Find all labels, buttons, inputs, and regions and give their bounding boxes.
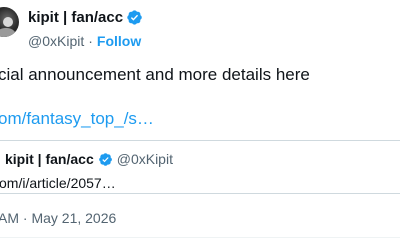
quoted-tweet-card[interactable]: kipit | fan/acc @0xKipit om/i/article/20…: [0, 140, 400, 194]
tweet-link[interactable]: om/fantasy_top_/s…: [0, 108, 154, 130]
handle-row: @0xKipit · Follow: [28, 32, 141, 50]
quote-author-display-name: kipit | fan/acc: [5, 151, 94, 167]
quote-author-row: kipit | fan/acc @0xKipit: [5, 150, 173, 168]
follow-button[interactable]: Follow: [97, 33, 141, 49]
tweet-card: kipit | fan/acc @0xKipit · Follow cial a…: [0, 0, 400, 240]
author-handle[interactable]: @0xKipit: [28, 33, 84, 49]
tweet-text: cial announcement and more details here: [0, 65, 310, 84]
verified-badge-icon: [126, 9, 143, 26]
quote-link[interactable]: om/i/article/2057…: [0, 174, 116, 192]
author-row: kipit | fan/acc: [28, 7, 143, 27]
author-display-name[interactable]: kipit | fan/acc: [28, 9, 123, 26]
quote-verified-badge-icon: [98, 152, 113, 167]
quote-author-handle: @0xKipit: [116, 151, 173, 167]
separator-dot: ·: [88, 33, 93, 49]
divider: [0, 237, 400, 238]
tweet-timestamp[interactable]: AM · May 21, 2026: [0, 209, 116, 227]
avatar[interactable]: [0, 7, 19, 37]
